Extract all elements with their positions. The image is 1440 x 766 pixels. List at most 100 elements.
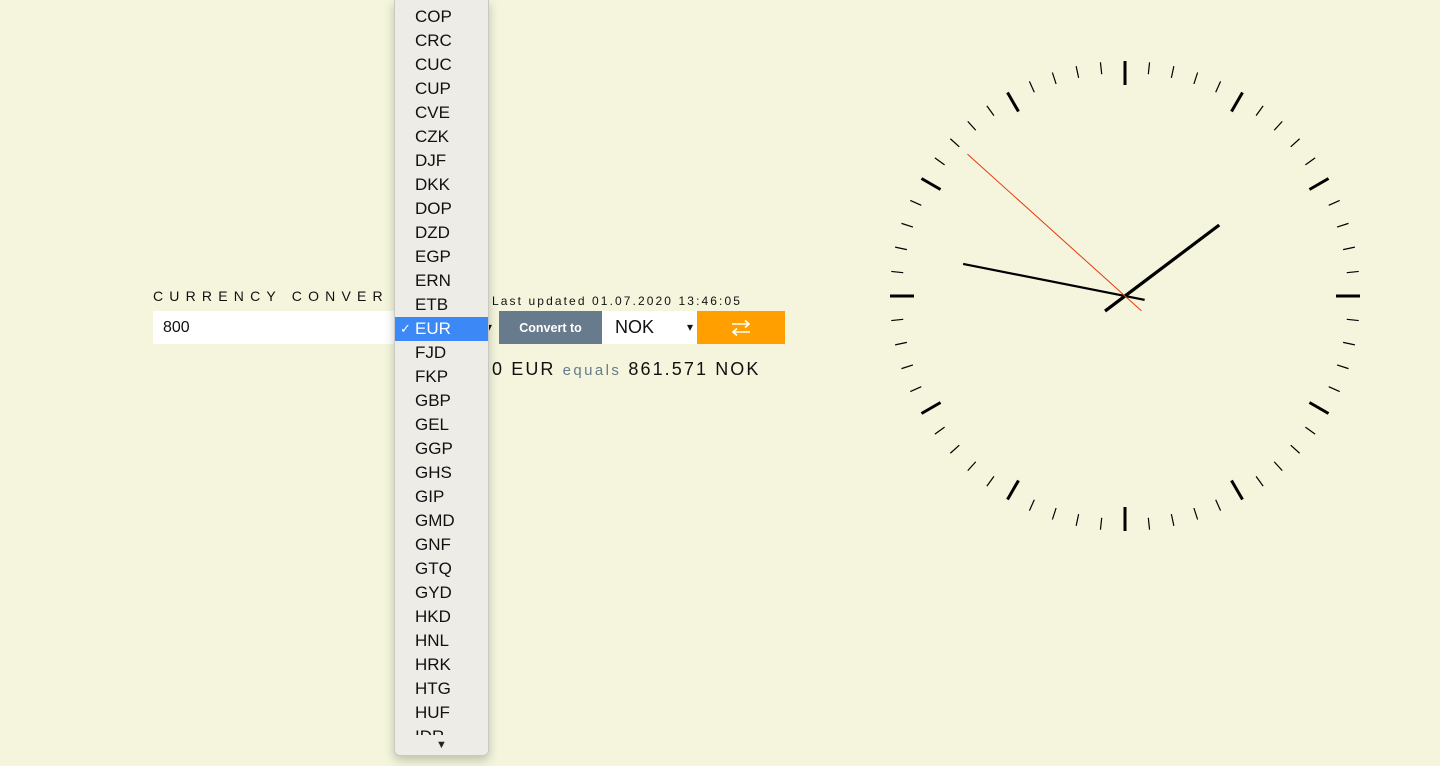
clock-minute-tick [967,120,977,131]
dropdown-option-gbp[interactable]: GBP [395,389,488,413]
clock-minute-tick [1075,66,1080,78]
dropdown-option-label: CRC [415,31,452,50]
dropdown-option-czk[interactable]: CZK [395,125,488,149]
dropdown-option-ggp[interactable]: GGP [395,437,488,461]
swap-arrows-icon [731,319,751,336]
dropdown-option-hrk[interactable]: HRK [395,653,488,677]
dropdown-option-label: DKK [415,175,450,194]
clock-minute-tick [1075,514,1080,526]
clock-minute-tick [1305,157,1316,166]
clock-minute-tick [1273,120,1283,131]
clock-hour-tick [1006,479,1020,501]
dropdown-option-ghs[interactable]: GHS [395,461,488,485]
conversion-result: 0 EUR equals 861.571 NOK [492,359,761,380]
dropdown-option-dzd[interactable]: DZD [395,221,488,245]
dropdown-option-huf[interactable]: HUF [395,701,488,725]
dropdown-option-label: CZK [415,127,449,146]
dropdown-option-label: FJD [415,343,447,362]
clock-minute-tick [1255,105,1264,116]
clock-minute-tick [1215,81,1222,93]
dropdown-option-djf[interactable]: DJF [395,149,488,173]
result-to-amount: 861.571 NOK [628,359,761,379]
clock-minute-tick [895,341,907,346]
convert-to-button[interactable]: Convert to [499,311,602,344]
clock-minute-tick [949,138,960,148]
dropdown-option-gnf[interactable]: GNF [395,533,488,557]
dropdown-option-gip[interactable]: GIP [395,485,488,509]
dropdown-options: COP CRC CUC CUP CVE CZK DJF DKK DOP DZD EGP ERN ETB ✓… [395,5,488,749]
clock-minute-tick [1028,499,1035,511]
clock-minute-tick [934,426,945,435]
analog-clock [890,61,1360,531]
clock-minute-tick [1193,507,1199,520]
dropdown-option-label: ETB [415,295,449,314]
clock-hour-tick [1308,401,1330,415]
dropdown-option-fkp[interactable]: FKP [395,365,488,389]
dropdown-option-label: HUF [415,703,450,722]
clock-minute-tick [1343,341,1355,346]
clock-minute-tick [1170,514,1175,526]
clock-minute-tick [891,270,904,274]
dropdown-option-gel[interactable]: GEL [395,413,488,437]
dropdown-option-hnl[interactable]: HNL [395,629,488,653]
dropdown-option-gmd[interactable]: GMD [395,509,488,533]
dropdown-option-label: GMD [415,511,455,530]
dropdown-option-htg[interactable]: HTG [395,677,488,701]
clock-minute-tick [1099,517,1103,530]
scroll-down-arrow-icon[interactable]: ▼ [395,735,488,755]
checkmark-icon: ✓ [400,321,411,336]
dropdown-option-cop[interactable]: COP [395,5,488,29]
clock-minute-tick [1147,517,1151,530]
clock-minute-tick [1343,246,1355,251]
dropdown-option-label: DJF [415,151,447,170]
clock-hour-tick [920,177,942,191]
from-currency-dropdown-list[interactable]: COP CRC CUC CUP CVE CZK DJF DKK DOP DZD EGP ERN ETB ✓… [394,0,489,756]
to-currency-select[interactable]: NOK ▾ [602,311,697,344]
clock-minute-tick [1346,270,1359,274]
clock-minute-hand [962,262,1145,301]
dropdown-option-hkd[interactable]: HKD [395,605,488,629]
clock-minute-tick [901,364,914,370]
dropdown-option-ern[interactable]: ERN [395,269,488,293]
dropdown-option-gyd[interactable]: GYD [395,581,488,605]
clock-hour-tick [1230,91,1244,113]
clock-minute-tick [1290,138,1301,148]
clock-minute-tick [1273,461,1283,472]
clock-minute-tick [1028,81,1035,93]
clock-hour-tick [1308,177,1330,191]
clock-minute-tick [1346,318,1359,322]
dropdown-option-label: HRK [415,655,451,674]
clock-minute-tick [1170,66,1175,78]
dropdown-option-label: GTQ [415,559,452,578]
dropdown-option-dkk[interactable]: DKK [395,173,488,197]
dropdown-option-label: GEL [415,415,450,434]
clock-minute-tick [910,199,922,206]
clock-minute-tick [1051,507,1057,520]
dropdown-option-crc[interactable]: CRC [395,29,488,53]
dropdown-option-label: CVE [415,103,450,122]
dropdown-option-eur[interactable]: ✓ EUR [395,317,488,341]
dropdown-option-cuc[interactable]: CUC [395,53,488,77]
clock-minute-tick [934,157,945,166]
dropdown-option-egp[interactable]: EGP [395,245,488,269]
clock-minute-tick [895,246,907,251]
clock-minute-tick [986,105,995,116]
last-updated-text: Last updated 01.07.2020 13:46:05 [492,294,743,308]
dropdown-option-gtq[interactable]: GTQ [395,557,488,581]
dropdown-option-label: CUP [415,79,451,98]
dropdown-option-label: GNF [415,535,451,554]
dropdown-option-label: ERN [415,271,451,290]
dropdown-option-dop[interactable]: DOP [395,197,488,221]
dropdown-option-fjd[interactable]: FJD [395,341,488,365]
clock-minute-tick [1147,62,1151,75]
dropdown-option-cup[interactable]: CUP [395,77,488,101]
swap-currencies-button[interactable] [697,311,785,344]
clock-minute-tick [1328,386,1340,393]
clock-minute-tick [1215,499,1222,511]
clock-hour-tick [1006,91,1020,113]
dropdown-option-label: HKD [415,607,451,626]
dropdown-option-label: HTG [415,679,451,698]
dropdown-option-label: HNL [415,631,450,650]
dropdown-option-cve[interactable]: CVE [395,101,488,125]
dropdown-option-etb[interactable]: ETB [395,293,488,317]
